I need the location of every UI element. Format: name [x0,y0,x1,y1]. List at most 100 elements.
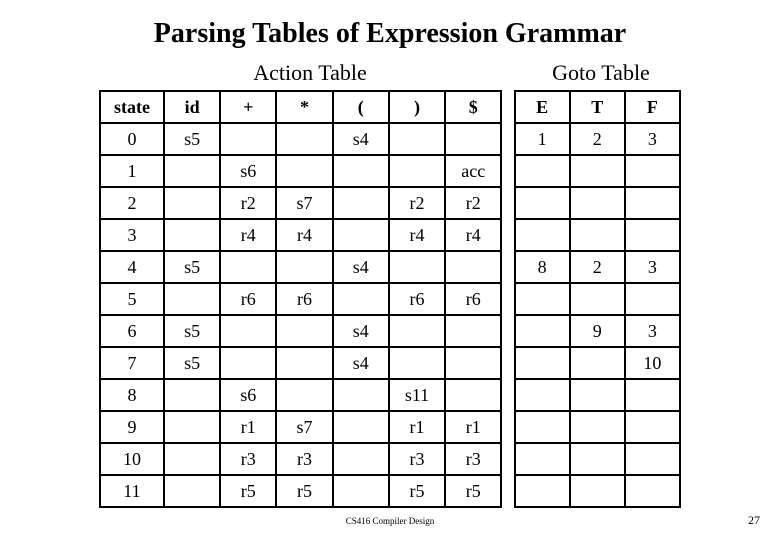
table-row: 6s5s493 [100,315,680,347]
cell-goto [570,347,625,379]
cell-state: 0 [100,123,164,155]
action-table-heading: Action Table [99,60,463,86]
cell-action [445,379,501,411]
cell-action: s5 [164,347,220,379]
cell-goto: 10 [625,347,680,379]
cell-action [220,123,276,155]
table-row: 2r2s7r2r2 [100,187,680,219]
cell-state: 8 [100,379,164,411]
cell-goto [515,443,570,475]
subheadings: Action Table Goto Table [99,60,681,86]
cell-state: 10 [100,443,164,475]
cell-action [389,347,445,379]
cell-goto [625,155,680,187]
cell-goto [515,411,570,443]
cell-action [333,155,389,187]
cell-action: r3 [276,443,332,475]
cell-action: r5 [220,475,276,507]
cell-action [333,379,389,411]
table-gap [501,251,514,283]
cell-action: r6 [220,283,276,315]
table-gap [501,155,514,187]
cell-action: s4 [333,315,389,347]
cell-action: r1 [389,411,445,443]
cell-action [389,155,445,187]
cell-action [164,283,220,315]
cell-action: r6 [445,283,501,315]
cell-action [164,411,220,443]
cell-action [333,411,389,443]
col-plus: + [220,91,276,123]
cell-goto [625,443,680,475]
cell-goto [515,283,570,315]
cell-action [333,443,389,475]
table-row: 1s6acc [100,155,680,187]
cell-goto: 9 [570,315,625,347]
cell-action [445,315,501,347]
table-gap [501,411,514,443]
table-row: 7s5s410 [100,347,680,379]
cell-action [276,315,332,347]
cell-goto [625,411,680,443]
cell-action: s4 [333,251,389,283]
cell-action [333,475,389,507]
cell-goto: 2 [570,123,625,155]
cell-goto [570,443,625,475]
table-row: 0s5s4123 [100,123,680,155]
cell-action: r3 [220,443,276,475]
col-state: state [100,91,164,123]
cell-action [220,251,276,283]
col-dollar: $ [445,91,501,123]
footer-course: CS416 Compiler Design [0,516,780,526]
cell-goto [570,219,625,251]
col-F: F [625,91,680,123]
table-gap [501,123,514,155]
table-row: 5r6r6r6r6 [100,283,680,315]
cell-goto [570,475,625,507]
cell-goto [515,379,570,411]
cell-goto [625,283,680,315]
cell-action: r4 [276,219,332,251]
slide-title: Parsing Tables of Expression Grammar [0,18,780,50]
cell-action: s7 [276,411,332,443]
cell-action [389,123,445,155]
cell-action: r5 [276,475,332,507]
cell-goto [515,475,570,507]
cell-goto [625,187,680,219]
cell-goto: 3 [625,251,680,283]
col-rparen: ) [389,91,445,123]
cell-action: s6 [220,379,276,411]
cell-action: r4 [445,219,501,251]
table-row: 4s5s4823 [100,251,680,283]
cell-action: r6 [389,283,445,315]
cell-state: 5 [100,283,164,315]
cell-goto [570,283,625,315]
cell-action: r6 [276,283,332,315]
table-row: 3r4r4r4r4 [100,219,680,251]
cell-action [333,219,389,251]
table-row: 11r5r5r5r5 [100,475,680,507]
cell-action: r2 [445,187,501,219]
cell-goto: 2 [570,251,625,283]
cell-goto: 3 [625,123,680,155]
cell-action: r3 [445,443,501,475]
cell-goto [625,379,680,411]
cell-goto: 8 [515,251,570,283]
cell-action: r2 [389,187,445,219]
cell-action: r4 [220,219,276,251]
table-gap [501,91,514,123]
cell-goto [515,187,570,219]
cell-action: s7 [276,187,332,219]
cell-action: r2 [220,187,276,219]
cell-action [445,347,501,379]
cell-action [333,283,389,315]
cell-action: s5 [164,123,220,155]
cell-action [164,155,220,187]
cell-action: r4 [389,219,445,251]
footer-page: 27 [748,513,760,528]
cell-goto [515,155,570,187]
cell-goto [625,219,680,251]
cell-goto [570,379,625,411]
cell-goto [515,315,570,347]
cell-action [164,443,220,475]
